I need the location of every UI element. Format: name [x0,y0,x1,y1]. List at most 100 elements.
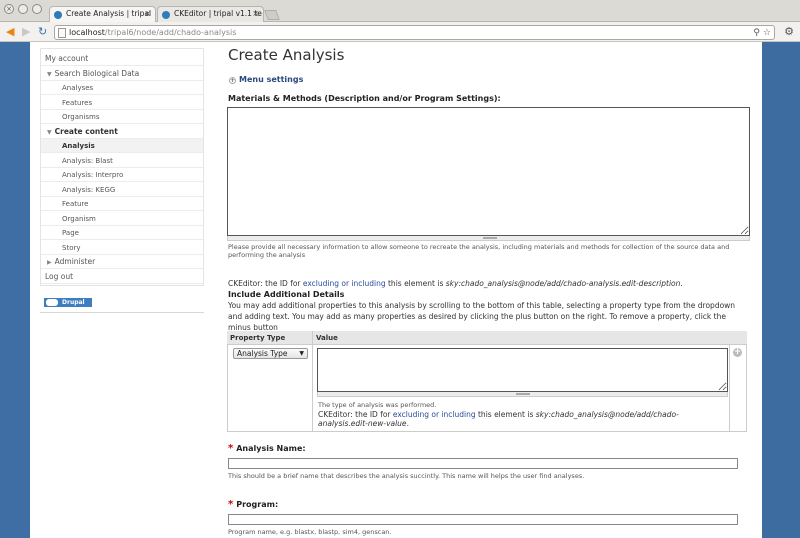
sidebar-item-my-account[interactable]: My account [41,52,203,66]
sidebar-item-search-biological-data[interactable]: ▼ Search Biological Data [41,67,203,81]
materials-methods-label: Materials & Methods (Description and/or … [228,94,501,103]
column-divider [729,345,730,432]
reload-icon[interactable]: ↻ [38,25,47,38]
tab-title: CKEditor | tripal v1.1 te [174,9,262,18]
sidebar-item-analysis-blast[interactable]: Analysis: Blast [41,154,203,168]
property-type-select[interactable]: Analysis Type ▼ [233,348,308,359]
drupal-favicon-icon [162,11,170,19]
ckeditor-element-id: sky:chado_analysis@node/add/chado-analys… [445,279,681,288]
browser-tab-bar: × Create Analysis | tripal × CKEditor | … [0,0,800,22]
star-icon[interactable]: ☆ [763,27,771,40]
tab-close-icon[interactable]: × [144,9,151,18]
column-divider [312,331,313,432]
tab-title: Create Analysis | tripal [66,9,152,18]
page-title: Create Analysis [228,46,345,64]
program-input[interactable] [228,514,738,525]
sidebar-item-story[interactable]: Story [41,241,203,255]
sidebar-item-log-out[interactable]: Log out [41,270,203,284]
program-description: Program name, e.g. blastx, blastp, sim4,… [228,528,392,536]
chevron-right-icon: ▶ [47,259,52,266]
sidebar-divider [40,312,204,313]
window-close-button[interactable]: × [4,4,14,14]
add-property-button[interactable]: + [733,348,742,357]
sidebar-item-label: My account [45,54,89,63]
include-details-description: You may add additional properties to thi… [228,301,736,332]
tab-close-icon[interactable]: × [252,9,259,18]
back-icon[interactable]: ◀ [6,25,14,38]
column-header-value: Value [316,334,338,342]
excluding-including-link[interactable]: excluding or including [393,410,476,419]
analysis-name-description: This should be a brief name that describ… [228,472,585,480]
property-type-selected: Analysis Type [237,349,288,358]
materials-methods-description: Please provide all necessary information… [228,243,730,259]
forward-icon[interactable]: ▶ [22,25,30,38]
ckeditor-note-prefix: CKEditor: the ID for [318,410,393,419]
zoom-icon[interactable]: ⚲ [753,27,760,40]
sidebar-item-label: Analysis: Blast [62,156,113,165]
sidebar-item-analysis[interactable]: Analysis [41,139,203,153]
menu-settings-toggle[interactable]: + Menu settings [229,75,303,84]
ckeditor-note-middle: this element is [475,410,536,419]
properties-table-header: Property Type Value [227,331,747,345]
sidebar-item-label: Create content [54,126,118,136]
property-value-textarea[interactable] [317,348,728,392]
sidebar-item-features[interactable]: Features [41,96,203,110]
ckeditor-note-suffix: . [406,419,409,428]
sidebar-item-label: Log out [45,271,74,281]
new-tab-button[interactable] [264,10,280,20]
textarea-resize-grip[interactable] [227,236,750,241]
sidebar-item-label: Analysis: Interpro [62,171,124,179]
column-header-property-type: Property Type [230,334,286,342]
sidebar-item-label: Analyses [62,84,94,92]
url-host: localhost [69,28,105,37]
expand-plus-icon: + [229,77,236,84]
sidebar-item-page[interactable]: Page [41,226,203,240]
analysis-name-label: * Analysis Name: [228,443,306,454]
url-path: /tripal6/node/add/chado-analysis [104,28,237,37]
analysis-name-input[interactable] [228,458,738,469]
window-minimize-button[interactable] [18,4,28,14]
sidebar-item-label: Analysis [62,142,95,150]
ckeditor-note-middle: this element is [385,279,446,288]
address-bar[interactable]: localhost/tripal6/node/add/chado-analysi… [54,25,775,40]
materials-methods-textarea[interactable] [227,107,750,236]
wrench-icon[interactable]: ⚙ [784,25,794,38]
sidebar-item-analyses[interactable]: Analyses [41,81,203,95]
sidebar-item-label: Feature [62,200,89,208]
drupal-badge[interactable]: Drupal [44,298,92,307]
sidebar-item-analysis-interpro[interactable]: Analysis: Interpro [41,168,203,182]
ckeditor-note-suffix: . [680,279,683,288]
chevron-down-icon: ▼ [299,350,304,357]
sidebar-item-label: Administer [54,257,96,266]
excluding-including-link[interactable]: excluding or including [303,279,386,288]
ckeditor-note: CKEditor: the ID for excluding or includ… [318,410,726,428]
program-label: * Program: [228,499,278,510]
required-marker: * [228,443,234,454]
textarea-resize-grip[interactable] [317,392,728,397]
chevron-down-icon: ▼ [47,128,52,136]
page-icon [58,28,66,38]
tab-create-analysis[interactable]: Create Analysis | tripal × [49,6,156,22]
program-label-text: Program: [236,500,279,509]
analysis-name-label-text: Analysis Name: [236,444,306,453]
drupal-badge-label: Drupal [62,299,85,306]
sidebar-item-administer[interactable]: ▶ Administer [41,255,203,269]
sidebar-item-analysis-kegg[interactable]: Analysis: KEGG [41,183,203,197]
sidebar-item-organisms[interactable]: Organisms [41,110,203,124]
drupal-favicon-icon [54,11,62,19]
include-details-heading: Include Additional Details [228,290,345,299]
window-maximize-button[interactable] [32,4,42,14]
chevron-down-icon: ▼ [47,70,52,78]
sidebar-item-label: Search Biological Data [54,68,140,78]
sidebar-item-create-content[interactable]: ▼ Create content [41,125,203,139]
page-margin [762,42,800,538]
sidebar-item-organism[interactable]: Organism [41,212,203,226]
property-value-description: The type of analysis was performed. [318,401,437,409]
sidebar-item-feature[interactable]: Feature [41,197,203,211]
sidebar-item-label: Page [62,229,79,237]
tab-ckeditor[interactable]: CKEditor | tripal v1.1 te × [157,6,264,22]
sidebar-item-label: Analysis: KEGG [62,185,116,194]
required-marker: * [228,499,234,510]
drupal-logo-icon [46,299,58,306]
menu-settings-label: Menu settings [239,75,304,84]
